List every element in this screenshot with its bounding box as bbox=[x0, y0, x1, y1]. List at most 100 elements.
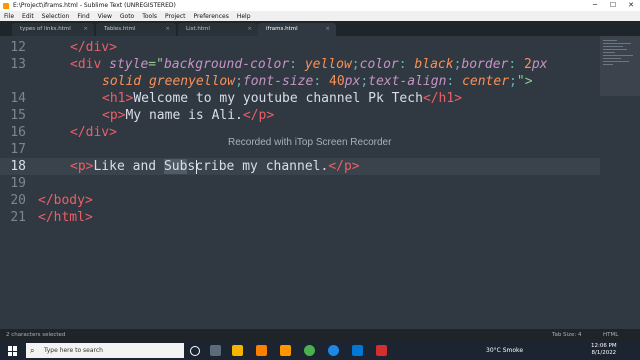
menu-view[interactable]: View bbox=[94, 13, 116, 20]
minimap-viewport[interactable] bbox=[600, 36, 640, 96]
code-token: 40 bbox=[329, 74, 345, 89]
code-token: 2 bbox=[524, 57, 532, 72]
cortana-icon[interactable] bbox=[190, 346, 200, 356]
task-view-icon[interactable] bbox=[210, 345, 221, 356]
windows-start-icon[interactable] bbox=[8, 346, 18, 356]
sublime-text-icon[interactable] bbox=[280, 345, 291, 356]
tab-close-icon[interactable]: × bbox=[325, 23, 330, 36]
minimap-line bbox=[603, 52, 615, 53]
tab-tables[interactable]: Tables.html × bbox=[96, 23, 176, 36]
code-token: <h1> bbox=[102, 91, 134, 106]
code-token: </div> bbox=[70, 40, 117, 55]
recorder-watermark: Recorded with iTop Screen Recorder bbox=[228, 137, 392, 148]
code-token: border bbox=[461, 57, 509, 72]
menu-project[interactable]: Project bbox=[161, 13, 190, 20]
code-token: color bbox=[359, 57, 399, 72]
close-button[interactable]: ✕ bbox=[622, 0, 640, 11]
code-line-13-wrap: solid greenyellow;font-size: 40px;text-a… bbox=[102, 74, 533, 89]
code-token: </body> bbox=[38, 193, 93, 208]
minimap-line bbox=[603, 43, 631, 44]
tab-label: iframs.html bbox=[266, 26, 298, 32]
tab-label: List.html bbox=[186, 26, 210, 32]
code-line-16: </div> bbox=[70, 124, 117, 141]
code-token: px bbox=[344, 74, 361, 89]
menu-selection[interactable]: Selection bbox=[38, 13, 74, 20]
code-line-21: </html> bbox=[38, 209, 93, 226]
code-token: black bbox=[414, 57, 454, 72]
clock-time: 12:06 PM bbox=[591, 343, 617, 349]
tab-iframs[interactable]: iframs.html × bbox=[258, 23, 336, 36]
tab-types-of-links[interactable]: types of links.html × bbox=[12, 23, 94, 36]
code-token: font-size bbox=[242, 74, 314, 89]
clock-date: 8/1/2022 bbox=[591, 350, 617, 356]
title-bar: E:\Project\iframs.html - Sublime Text (U… bbox=[0, 0, 640, 11]
code-line-12: </div> bbox=[70, 39, 117, 56]
menu-bar: File Edit Selection Find View Goto Tools… bbox=[0, 11, 640, 21]
tab-close-icon[interactable]: × bbox=[247, 23, 252, 36]
code-token: "> bbox=[516, 74, 533, 89]
line-number: 15 bbox=[10, 108, 26, 123]
line-number: 21 bbox=[10, 210, 26, 225]
menu-help[interactable]: Help bbox=[233, 13, 255, 20]
tab-close-icon[interactable]: × bbox=[165, 23, 170, 36]
code-line-18: <p>Like and Subscribe my channel.</p> bbox=[70, 158, 360, 175]
code-token: style bbox=[109, 57, 149, 72]
window-title: E:\Project\iframs.html - Sublime Text (U… bbox=[13, 2, 176, 9]
minimap-line bbox=[603, 40, 617, 41]
menu-find[interactable]: Find bbox=[73, 13, 93, 20]
menu-preferences[interactable]: Preferences bbox=[190, 13, 233, 20]
minimap[interactable] bbox=[600, 36, 640, 329]
minimap-line bbox=[603, 61, 629, 62]
code-line-15: <p>My name is Ali.</p> bbox=[102, 107, 274, 124]
line-number: 14 bbox=[10, 91, 26, 106]
code-token: <div bbox=[70, 57, 102, 72]
tab-close-icon[interactable]: × bbox=[83, 23, 88, 36]
code-token: px bbox=[531, 57, 548, 72]
line-number: 17 bbox=[10, 142, 26, 157]
code-token: scribe my channel. bbox=[187, 159, 329, 174]
maximize-button[interactable]: ☐ bbox=[604, 0, 622, 11]
edge-icon[interactable] bbox=[328, 345, 339, 356]
code-token: =" bbox=[148, 57, 164, 72]
line-number: 16 bbox=[10, 125, 26, 140]
code-editor[interactable]: 12 13 14 15 16 17 18 19 20 21 ' </div> <… bbox=[0, 36, 600, 329]
code-line-13: <div style="background-color: yellow;col… bbox=[70, 57, 548, 72]
minimap-line bbox=[603, 46, 623, 47]
tab-size-indicator[interactable]: Tab Size: 4 bbox=[552, 329, 581, 341]
tab-label: types of links.html bbox=[20, 26, 71, 32]
code-token: <p> bbox=[70, 159, 94, 174]
menu-edit[interactable]: Edit bbox=[18, 13, 38, 20]
code-token: My name is Ali. bbox=[125, 108, 243, 123]
screen-recorder-icon[interactable] bbox=[376, 345, 387, 356]
menu-tools[interactable]: Tools bbox=[138, 13, 161, 20]
line-number: 20 bbox=[10, 193, 26, 208]
status-bar: 2 characters selected Tab Size: 4 HTML bbox=[0, 329, 640, 341]
code-line-14: <h1>Welcome to my youtube channel Pk Tec… bbox=[102, 90, 462, 107]
menu-file[interactable]: File bbox=[0, 13, 18, 20]
vlc-icon[interactable] bbox=[256, 345, 267, 356]
search-icon: ⌕ bbox=[30, 345, 35, 355]
tab-list[interactable]: List.html × bbox=[178, 23, 258, 36]
code-token: <p> bbox=[102, 108, 126, 123]
line-number: 13 bbox=[10, 57, 26, 72]
minimap-line bbox=[603, 55, 633, 56]
selected-text: Sub bbox=[163, 159, 188, 174]
file-explorer-icon[interactable] bbox=[232, 345, 243, 356]
chrome-icon[interactable] bbox=[304, 345, 315, 356]
code-token: background-color bbox=[163, 57, 290, 72]
menu-goto[interactable]: Goto bbox=[116, 13, 138, 20]
syntax-indicator[interactable]: HTML bbox=[603, 329, 618, 341]
line-number: 12 bbox=[10, 40, 26, 55]
code-token: text-align bbox=[368, 74, 447, 89]
line-number-gutter: 12 13 14 15 16 17 18 19 20 21 bbox=[0, 36, 32, 329]
minimize-button[interactable]: ─ bbox=[586, 0, 604, 11]
weather-status[interactable]: 30°C Smoke bbox=[486, 341, 523, 360]
system-clock[interactable]: 12:06 PM 8/1/2022 bbox=[591, 343, 617, 357]
code-token: center bbox=[462, 74, 510, 89]
code-token: </p> bbox=[242, 108, 275, 123]
taskbar-search-input[interactable]: ⌕ Type here to search bbox=[26, 343, 184, 358]
search-placeholder: Type here to search bbox=[44, 347, 103, 354]
store-icon[interactable] bbox=[352, 345, 363, 356]
code-token: Like and bbox=[93, 159, 164, 174]
code-token: Welcome to my youtube channel Pk Tech bbox=[133, 91, 423, 106]
